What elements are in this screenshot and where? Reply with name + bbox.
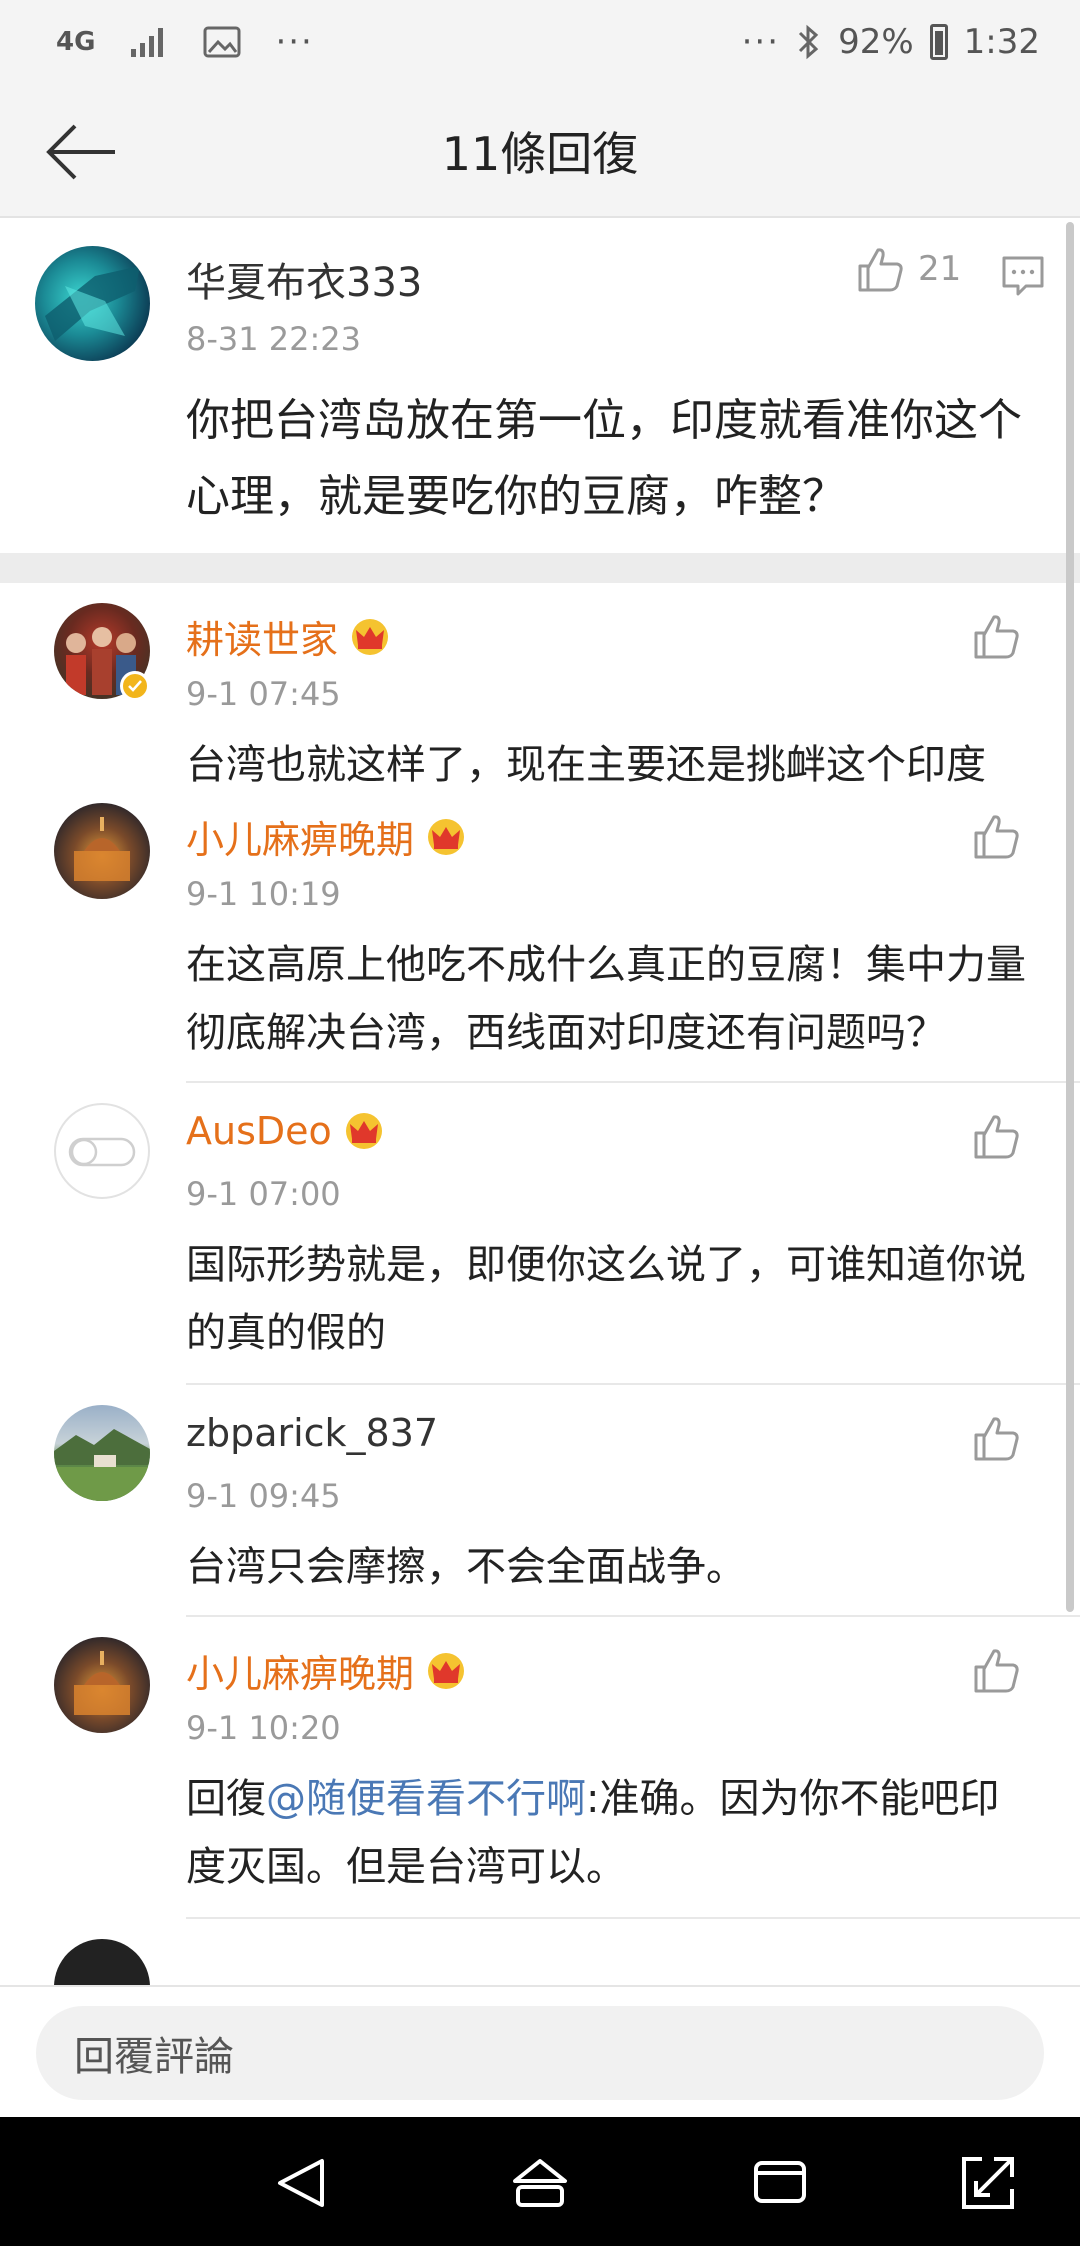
avatar-image — [74, 1651, 130, 1715]
reply-prefix: 回復 — [186, 1776, 266, 1822]
reply-time: 9-1 10:19 — [186, 875, 341, 913]
crown-icon — [428, 1652, 465, 1689]
reply-author-name: 小儿麻痹晚期 — [186, 818, 415, 862]
like-button[interactable] — [972, 613, 1020, 661]
network-indicator: 4G — [56, 27, 96, 57]
nav-home-icon — [513, 2159, 567, 2207]
reply-author-name: 耕读世家 — [186, 618, 339, 662]
nav-rotate-icon — [962, 2157, 1014, 2209]
thumbs-up-icon — [858, 248, 903, 292]
like-button[interactable] — [972, 1415, 1020, 1463]
main-comment: 华夏布衣333 8-31 22:23 21 你把台湾岛放在第一位，印度就看准你这… — [0, 218, 1080, 553]
toggle-avatar-image — [68, 1137, 136, 1167]
reply-input-bar: 回覆評論 — [0, 1985, 1080, 2117]
like-button[interactable] — [972, 813, 1020, 861]
crown-icon — [352, 618, 389, 655]
avatar[interactable] — [54, 1405, 150, 1501]
nav-rotate-button[interactable] — [958, 2153, 1018, 2213]
like-button[interactable]: 21 — [856, 246, 961, 292]
list-item[interactable]: zbparick_837 9-1 09:45 台湾只会摩擦，不会全面战争。 — [0, 1385, 1080, 1617]
comment-author[interactable]: 华夏布衣333 — [186, 250, 422, 308]
reply-author-name: zbparick_837 — [186, 1411, 439, 1455]
section-divider — [0, 553, 1080, 583]
clock: 1:32 — [963, 22, 1040, 62]
list-item[interactable]: 耕读世家 9-1 07:45 台湾也就这样了，现在主要还是挑衅这个印度 — [0, 583, 1080, 788]
reply-text: 在这高原上他吃不成什么真正的豆腐！集中力量彻底解决台湾，西线面对印度还有问题吗？ — [186, 942, 1026, 1056]
nav-back-icon — [278, 2159, 324, 2207]
avatar-image — [74, 817, 130, 881]
comment-text: 你把台湾岛放在第一位，印度就看准你这个心理，就是要吃你的豆腐，咋整？ — [186, 395, 1022, 522]
avatar[interactable] — [54, 803, 150, 899]
reply-time: 9-1 09:45 — [186, 1477, 341, 1515]
image-icon — [203, 26, 241, 58]
reply-author[interactable]: 小儿麻痹晚期 — [186, 809, 468, 864]
reply-author-name: AusDeo — [186, 1109, 332, 1153]
crown-icon — [428, 818, 465, 855]
navigation-bar — [0, 2117, 1080, 2246]
status-left: 4G ··· — [56, 22, 314, 62]
thumbs-up-icon — [974, 1649, 1019, 1693]
avatar-image — [54, 1429, 150, 1501]
reply-author[interactable]: zbparick_837 — [186, 1411, 438, 1455]
reply-author[interactable]: AusDeo — [186, 1109, 386, 1153]
comment-time: 8-31 22:23 — [186, 320, 362, 358]
like-button[interactable] — [972, 1647, 1020, 1695]
reply-author-name: 小儿麻痹晚期 — [186, 1652, 415, 1696]
battery-percent: 92% — [838, 22, 914, 62]
avatar[interactable] — [54, 1939, 150, 1985]
bluetooth-icon — [799, 24, 819, 60]
reply-author[interactable]: 小儿麻痹晚期 — [186, 1643, 468, 1698]
scrollbar[interactable] — [1066, 222, 1074, 1612]
page-title: 11條回復 — [441, 127, 639, 181]
avatar[interactable] — [54, 1637, 150, 1733]
like-count: 21 — [918, 249, 962, 289]
list-item[interactable]: 小儿麻痹晚期 9-1 10:19 在这高原上他吃不成什么真正的豆腐！集中力量彻底… — [0, 783, 1080, 1083]
top-bar: 11條回復 — [0, 90, 1080, 218]
battery-icon — [929, 24, 948, 60]
reply-time: 9-1 10:20 — [186, 1709, 341, 1747]
reply-time: 9-1 07:00 — [186, 1175, 341, 1213]
list-item[interactable]: AusDeo 9-1 07:00 国际形势就是，即便你这么说了，可谁知道你说的真… — [0, 1083, 1080, 1385]
reply-author[interactable]: 耕读世家 — [186, 609, 392, 664]
avatar-image — [45, 266, 140, 341]
screen: 4G ··· ··· 92% 1:32 11條回復 华夏布衣333 8-31 2… — [0, 0, 1080, 2246]
status-bar: 4G ··· ··· 92% 1:32 — [0, 0, 1080, 90]
check-icon — [128, 680, 142, 692]
nav-home-button[interactable] — [510, 2153, 570, 2213]
nav-recents-button[interactable] — [750, 2153, 810, 2213]
signal-icon — [131, 28, 164, 57]
nav-recents-icon — [754, 2161, 806, 2203]
thumbs-up-icon — [974, 615, 1019, 659]
list-item[interactable] — [0, 1919, 1080, 1985]
nav-back-button[interactable] — [272, 2153, 332, 2213]
status-right: ··· 92% 1:32 — [742, 22, 1040, 62]
reply-input[interactable]: 回覆評論 — [36, 2006, 1044, 2100]
status-overflow-left: ··· — [275, 22, 314, 62]
avatar[interactable] — [54, 1103, 150, 1199]
list-item[interactable]: 小儿麻痹晚期 9-1 10:20 回復@随便看看不行啊:准确。因为你不能吧印度灭… — [0, 1617, 1080, 1919]
thumbs-up-icon — [974, 815, 1019, 859]
thumbs-up-icon — [974, 1417, 1019, 1461]
reply-time: 9-1 07:45 — [186, 675, 341, 713]
reply-text: 国际形势就是，即便你这么说了，可谁知道你说的真的假的 — [186, 1242, 1026, 1356]
mention-link[interactable]: @随便看看不行啊 — [266, 1776, 586, 1822]
thumbs-up-icon — [974, 1115, 1019, 1159]
comment-icon — [1002, 256, 1044, 296]
avatar[interactable] — [35, 246, 150, 361]
crown-icon — [345, 1113, 382, 1149]
verified-badge — [120, 671, 150, 701]
reply-text: 回復@随便看看不行啊:准确。因为你不能吧印度灭国。但是台湾可以。 — [186, 1765, 1036, 1901]
reply-button[interactable] — [1000, 252, 1046, 298]
like-button[interactable] — [972, 1113, 1020, 1161]
reply-text: 台湾只会摩擦，不会全面战争。 — [186, 1544, 746, 1590]
status-overflow-right: ··· — [741, 22, 781, 62]
